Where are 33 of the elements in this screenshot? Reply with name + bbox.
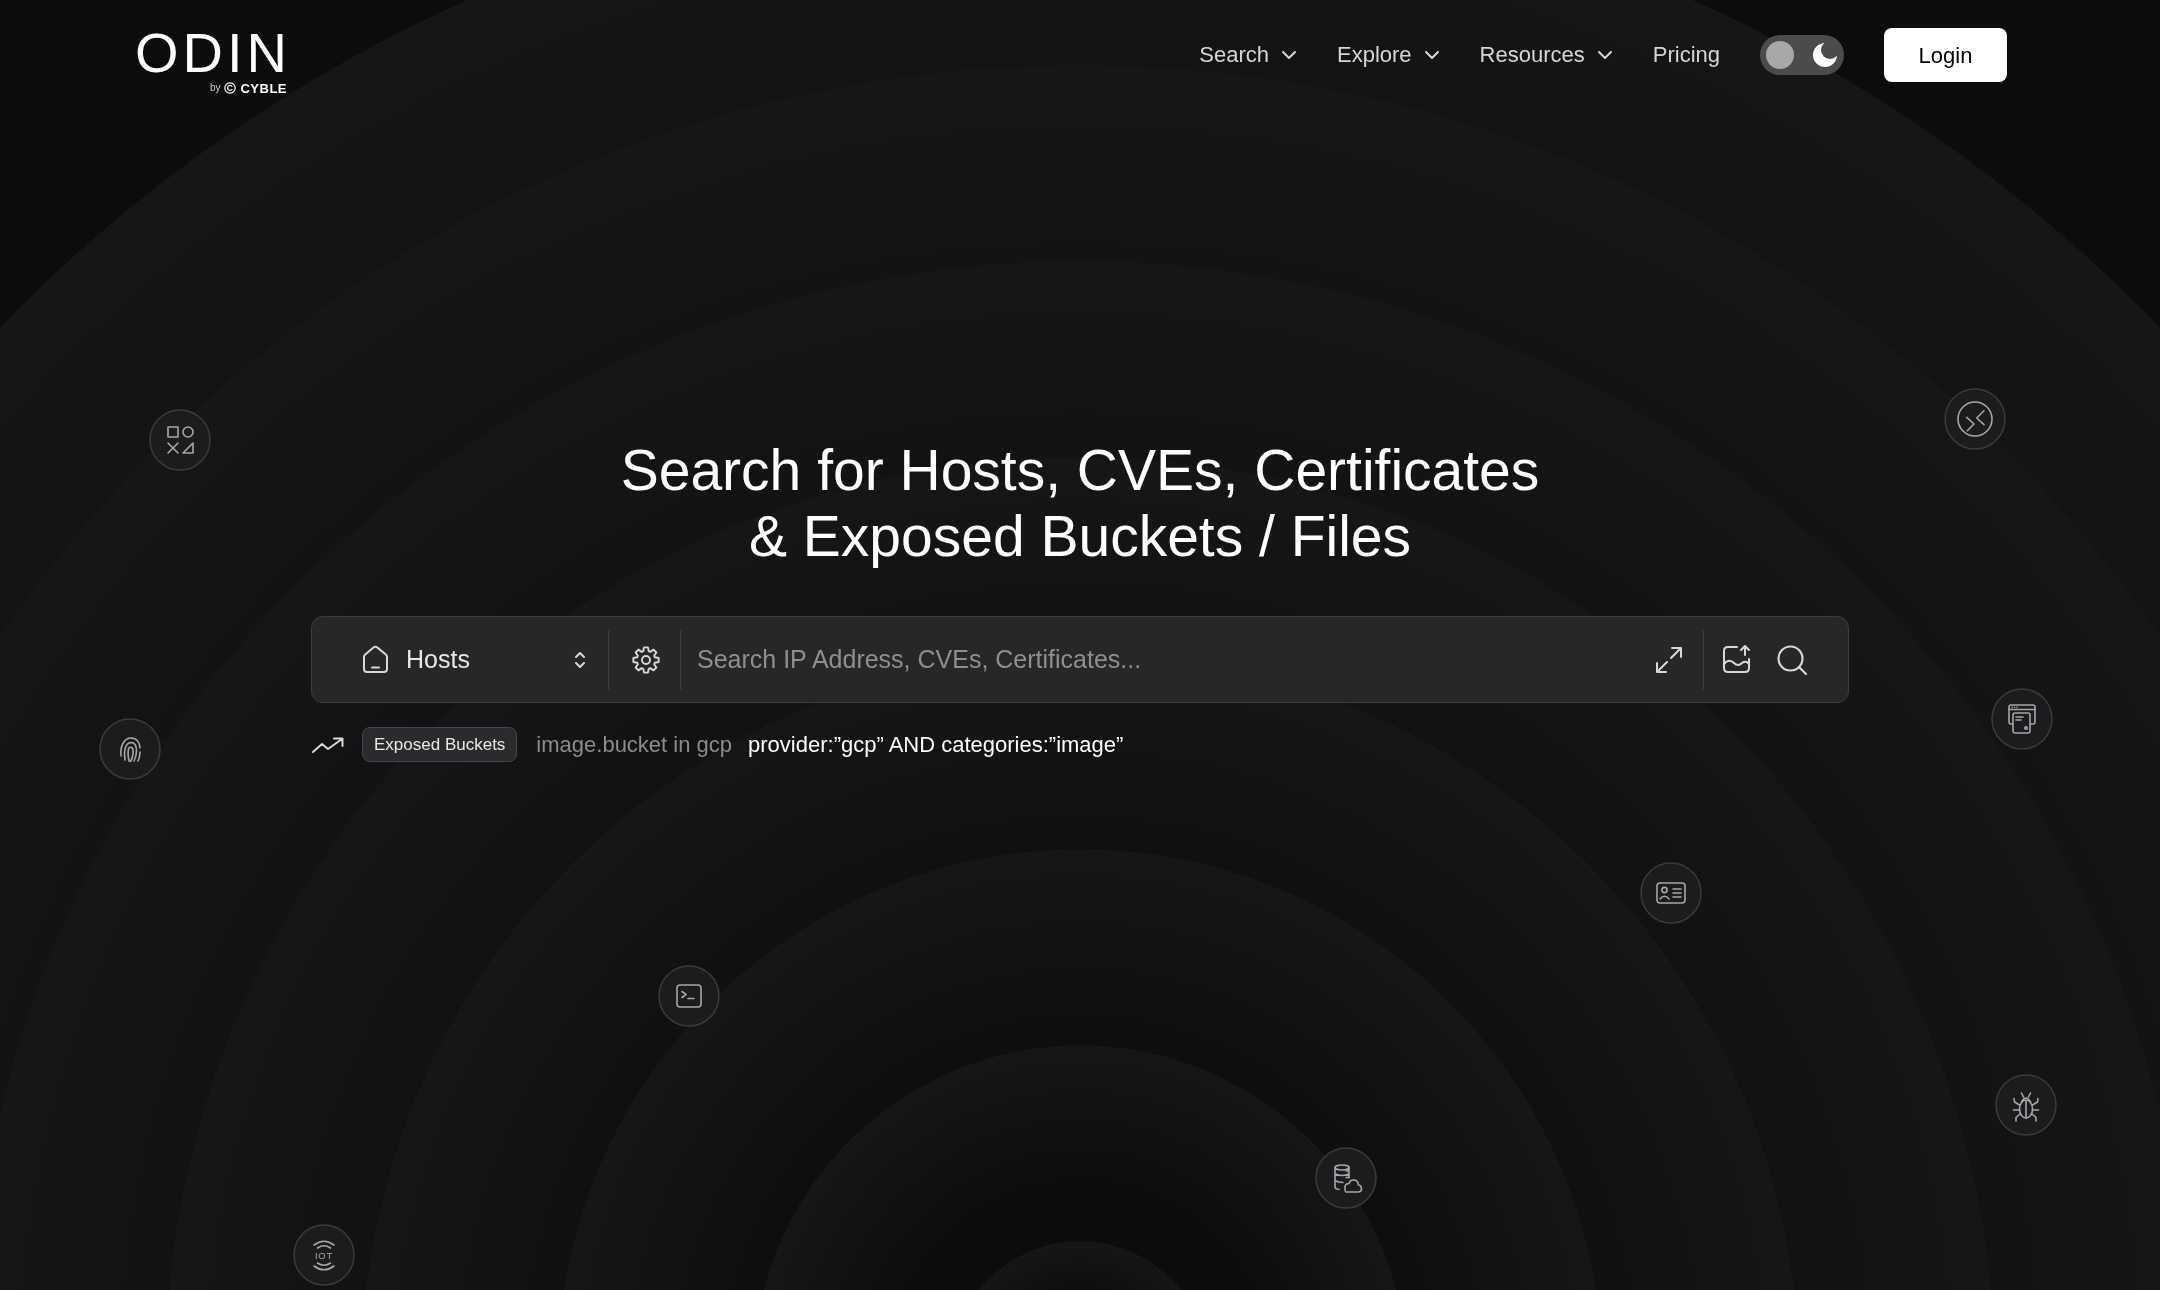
- terminal-icon: [658, 965, 720, 1027]
- brand-logo-icon: [224, 82, 237, 94]
- nav-menu[interactable]: Search: [1199, 40, 1297, 70]
- hero-heading: Search for Hosts, CVEs, Certificates & Exposed Buckets / Files: [620, 437, 1540, 569]
- search-bar[interactable]: Hosts Search IP Address, CVEs, Certificates...: [311, 616, 1849, 703]
- settings-icon: [631, 644, 661, 675]
- bug-icon: [1995, 1074, 2057, 1136]
- suggested-query[interactable]: provider:”gcp” AND categories:”image”: [748, 728, 1124, 761]
- database-cloud-icon: [1315, 1147, 1377, 1209]
- chevron-down-icon: [1596, 50, 1613, 60]
- nav-link[interactable]: Pricing: [1652, 40, 1720, 70]
- chevrons-circle-icon: [1944, 388, 2006, 450]
- fingerprint-icon: [99, 718, 161, 780]
- search-input[interactable]: Search IP Address, CVEs, Certificates...: [697, 634, 1639, 685]
- theme-toggle[interactable]: [1760, 35, 1844, 75]
- moon-icon: [1812, 42, 1838, 68]
- login-button[interactable]: Login: [1884, 28, 2007, 82]
- category-tag: Exposed Buckets: [362, 727, 518, 762]
- nav-menu[interactable]: Explore: [1337, 40, 1440, 70]
- logo-byline: by: [209, 83, 221, 93]
- server-window-icon: [1991, 688, 2053, 750]
- query-description: image.bucket in gcp: [536, 731, 733, 759]
- nav-menu[interactable]: Resources: [1479, 40, 1613, 70]
- chevron-down-icon: [1423, 50, 1440, 60]
- brand-name: CYBLE: [240, 81, 287, 95]
- iot-icon: IOT: [293, 1224, 355, 1286]
- toggle-knob: [1766, 41, 1794, 69]
- shapes-icon: [149, 409, 211, 471]
- search-type-select[interactable]: Hosts: [359, 640, 587, 679]
- chevron-down-icon: [1281, 50, 1297, 60]
- id-card-icon: [1640, 862, 1702, 924]
- logo-wordmark[interactable]: ODIN: [135, 23, 291, 82]
- search-icon: [1775, 642, 1809, 677]
